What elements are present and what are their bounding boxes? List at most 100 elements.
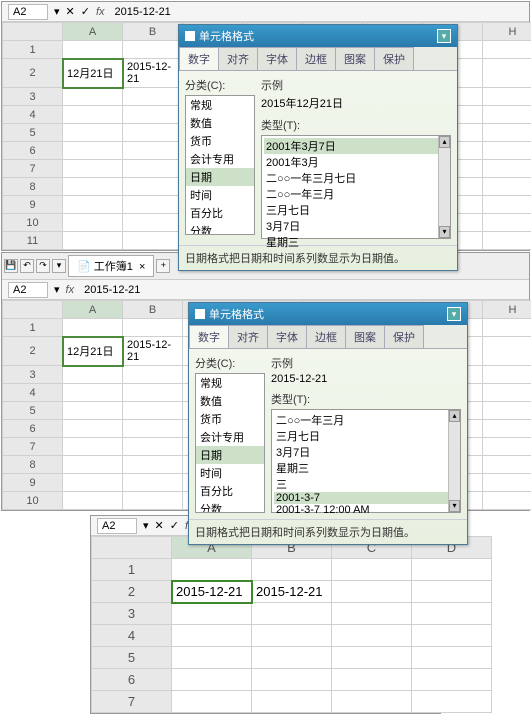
- confirm-icon[interactable]: ✓: [170, 519, 179, 532]
- category-label: 分类(C):: [195, 355, 265, 371]
- cell-b2[interactable]: 2015-12-21: [252, 581, 332, 603]
- dialog-titlebar[interactable]: 单元格格式 ▾: [179, 25, 457, 47]
- formula-input[interactable]: 2015-12-21: [111, 5, 523, 19]
- list-item[interactable]: 会计专用: [196, 428, 264, 446]
- list-item[interactable]: 三月七日: [274, 428, 458, 444]
- tab-font[interactable]: 字体: [257, 47, 297, 70]
- dialog-titlebar[interactable]: 单元格格式 ▾: [189, 303, 467, 325]
- tab-number[interactable]: 数字: [189, 325, 229, 348]
- tab-border[interactable]: 边框: [296, 47, 336, 70]
- list-item[interactable]: 常规: [186, 96, 254, 114]
- tab-protect[interactable]: 保护: [384, 325, 424, 348]
- list-item[interactable]: 会计专用: [186, 150, 254, 168]
- list-item[interactable]: 二○○一年三月: [274, 412, 458, 428]
- scrollbar[interactable]: ▴ ▾: [438, 136, 450, 238]
- type-listbox[interactable]: 二○○一年三月 三月七日 3月7日 星期三 三 2001-3-7 2001-3-…: [271, 409, 461, 513]
- list-item[interactable]: 2001年3月: [264, 154, 448, 170]
- tab-border[interactable]: 边框: [306, 325, 346, 348]
- cell-reference[interactable]: A2: [97, 518, 137, 534]
- list-item[interactable]: 数值: [196, 392, 264, 410]
- scroll-down-icon[interactable]: ▾: [449, 500, 460, 512]
- col-header[interactable]: A: [63, 23, 123, 41]
- dropdown-icon[interactable]: ▾: [54, 283, 60, 296]
- col-header[interactable]: A: [63, 301, 123, 319]
- example-label: 示例: [261, 77, 451, 93]
- list-item[interactable]: 常规: [196, 374, 264, 392]
- dropdown-icon[interactable]: ▾: [52, 259, 66, 273]
- undo-icon[interactable]: ↶: [20, 259, 34, 273]
- cancel-icon[interactable]: ✕: [66, 5, 75, 18]
- list-item[interactable]: 分数: [196, 500, 264, 513]
- dialog-title: 单元格格式: [199, 28, 254, 44]
- tab-align[interactable]: 对齐: [228, 325, 268, 348]
- formula-input[interactable]: 2015-12-21: [80, 283, 523, 297]
- tab-number[interactable]: 数字: [179, 47, 219, 70]
- close-icon[interactable]: ▾: [437, 29, 451, 43]
- col-header[interactable]: B: [123, 23, 183, 41]
- save-icon[interactable]: 💾: [4, 259, 18, 273]
- example-value: 2015年12月21日: [261, 95, 451, 111]
- category-listbox[interactable]: 常规 数值 货币 会计专用 日期 时间 百分比 分数 科学记数 文本 特殊 自定…: [195, 373, 265, 513]
- cell-reference[interactable]: A2: [8, 4, 48, 20]
- tab-align[interactable]: 对齐: [218, 47, 258, 70]
- list-item[interactable]: 货币: [196, 410, 264, 428]
- list-item[interactable]: 数值: [186, 114, 254, 132]
- scrollbar[interactable]: ▴ ▾: [448, 410, 460, 512]
- cell-reference[interactable]: A2: [8, 282, 48, 298]
- list-item[interactable]: 2001年3月7日: [264, 138, 448, 154]
- row-header[interactable]: 1: [3, 41, 63, 59]
- tab-protect[interactable]: 保护: [374, 47, 414, 70]
- scroll-up-icon[interactable]: ▴: [449, 410, 460, 422]
- list-item[interactable]: 时间: [186, 186, 254, 204]
- tab-font[interactable]: 字体: [267, 325, 307, 348]
- list-item[interactable]: 星期三: [264, 234, 448, 250]
- list-item[interactable]: 日期: [186, 168, 254, 186]
- cancel-icon[interactable]: ✕: [155, 519, 164, 532]
- dropdown-icon[interactable]: ▾: [143, 519, 149, 532]
- list-item[interactable]: 3月7日: [274, 444, 458, 460]
- list-item[interactable]: 分数: [186, 222, 254, 235]
- confirm-icon[interactable]: ✓: [81, 5, 90, 18]
- redo-icon[interactable]: ↷: [36, 259, 50, 273]
- list-item[interactable]: 日期: [196, 446, 264, 464]
- list-item[interactable]: 二○○一年三月: [264, 186, 448, 202]
- dropdown-icon[interactable]: ▾: [54, 5, 60, 18]
- list-item[interactable]: 三月七日: [264, 202, 448, 218]
- col-header[interactable]: H: [483, 301, 531, 319]
- list-item[interactable]: 星期三: [274, 460, 458, 476]
- list-item[interactable]: 3月7日: [264, 218, 448, 234]
- formula-bar: A2 ▾ ✕ ✓ fx 2015-12-21: [2, 2, 529, 22]
- fx-icon[interactable]: fx: [66, 284, 75, 296]
- select-all[interactable]: [3, 23, 63, 41]
- close-icon[interactable]: ▾: [447, 307, 461, 321]
- example-label: 示例: [271, 355, 461, 371]
- list-item[interactable]: 2001-3-7 12:00 AM: [274, 504, 458, 516]
- col-header[interactable]: H: [483, 23, 531, 41]
- list-item[interactable]: 2001-3-7: [274, 492, 458, 504]
- add-tab-icon[interactable]: +: [156, 259, 170, 273]
- cell-b2[interactable]: 2015-12-21: [123, 337, 183, 366]
- cell-a2[interactable]: 12月21日: [63, 337, 123, 366]
- type-label: 类型(T):: [261, 117, 451, 133]
- workbook-tab[interactable]: 📄 工作簿1 ×: [68, 255, 154, 277]
- fx-icon[interactable]: fx: [96, 6, 105, 18]
- dialog-tabs: 数字 对齐 字体 边框 图案 保护: [179, 47, 457, 71]
- list-item[interactable]: 二○○一年三月七日: [264, 170, 448, 186]
- row-header[interactable]: 2: [3, 59, 63, 88]
- list-item[interactable]: 百分比: [196, 482, 264, 500]
- spreadsheet-3[interactable]: A B C D 1 2 2015-12-21 2015-12-21 3 4 5 …: [91, 536, 492, 713]
- type-listbox[interactable]: 2001年3月7日 2001年3月 二○○一年三月七日 二○○一年三月 三月七日…: [261, 135, 451, 239]
- tab-pattern[interactable]: 图案: [345, 325, 385, 348]
- cell-b2[interactable]: 2015-12-21: [123, 59, 183, 88]
- list-item[interactable]: 百分比: [186, 204, 254, 222]
- category-listbox[interactable]: 常规 数值 货币 会计专用 日期 时间 百分比 分数 科学记数 文本 特殊 自定…: [185, 95, 255, 235]
- list-item[interactable]: 时间: [196, 464, 264, 482]
- cell-a2[interactable]: 2015-12-21: [172, 581, 252, 603]
- list-item[interactable]: 三: [274, 476, 458, 492]
- col-header[interactable]: B: [123, 301, 183, 319]
- list-item[interactable]: 货币: [186, 132, 254, 150]
- tab-pattern[interactable]: 图案: [335, 47, 375, 70]
- scroll-up-icon[interactable]: ▴: [439, 136, 450, 148]
- cell-a2[interactable]: 12月21日: [63, 59, 123, 88]
- scroll-down-icon[interactable]: ▾: [439, 226, 450, 238]
